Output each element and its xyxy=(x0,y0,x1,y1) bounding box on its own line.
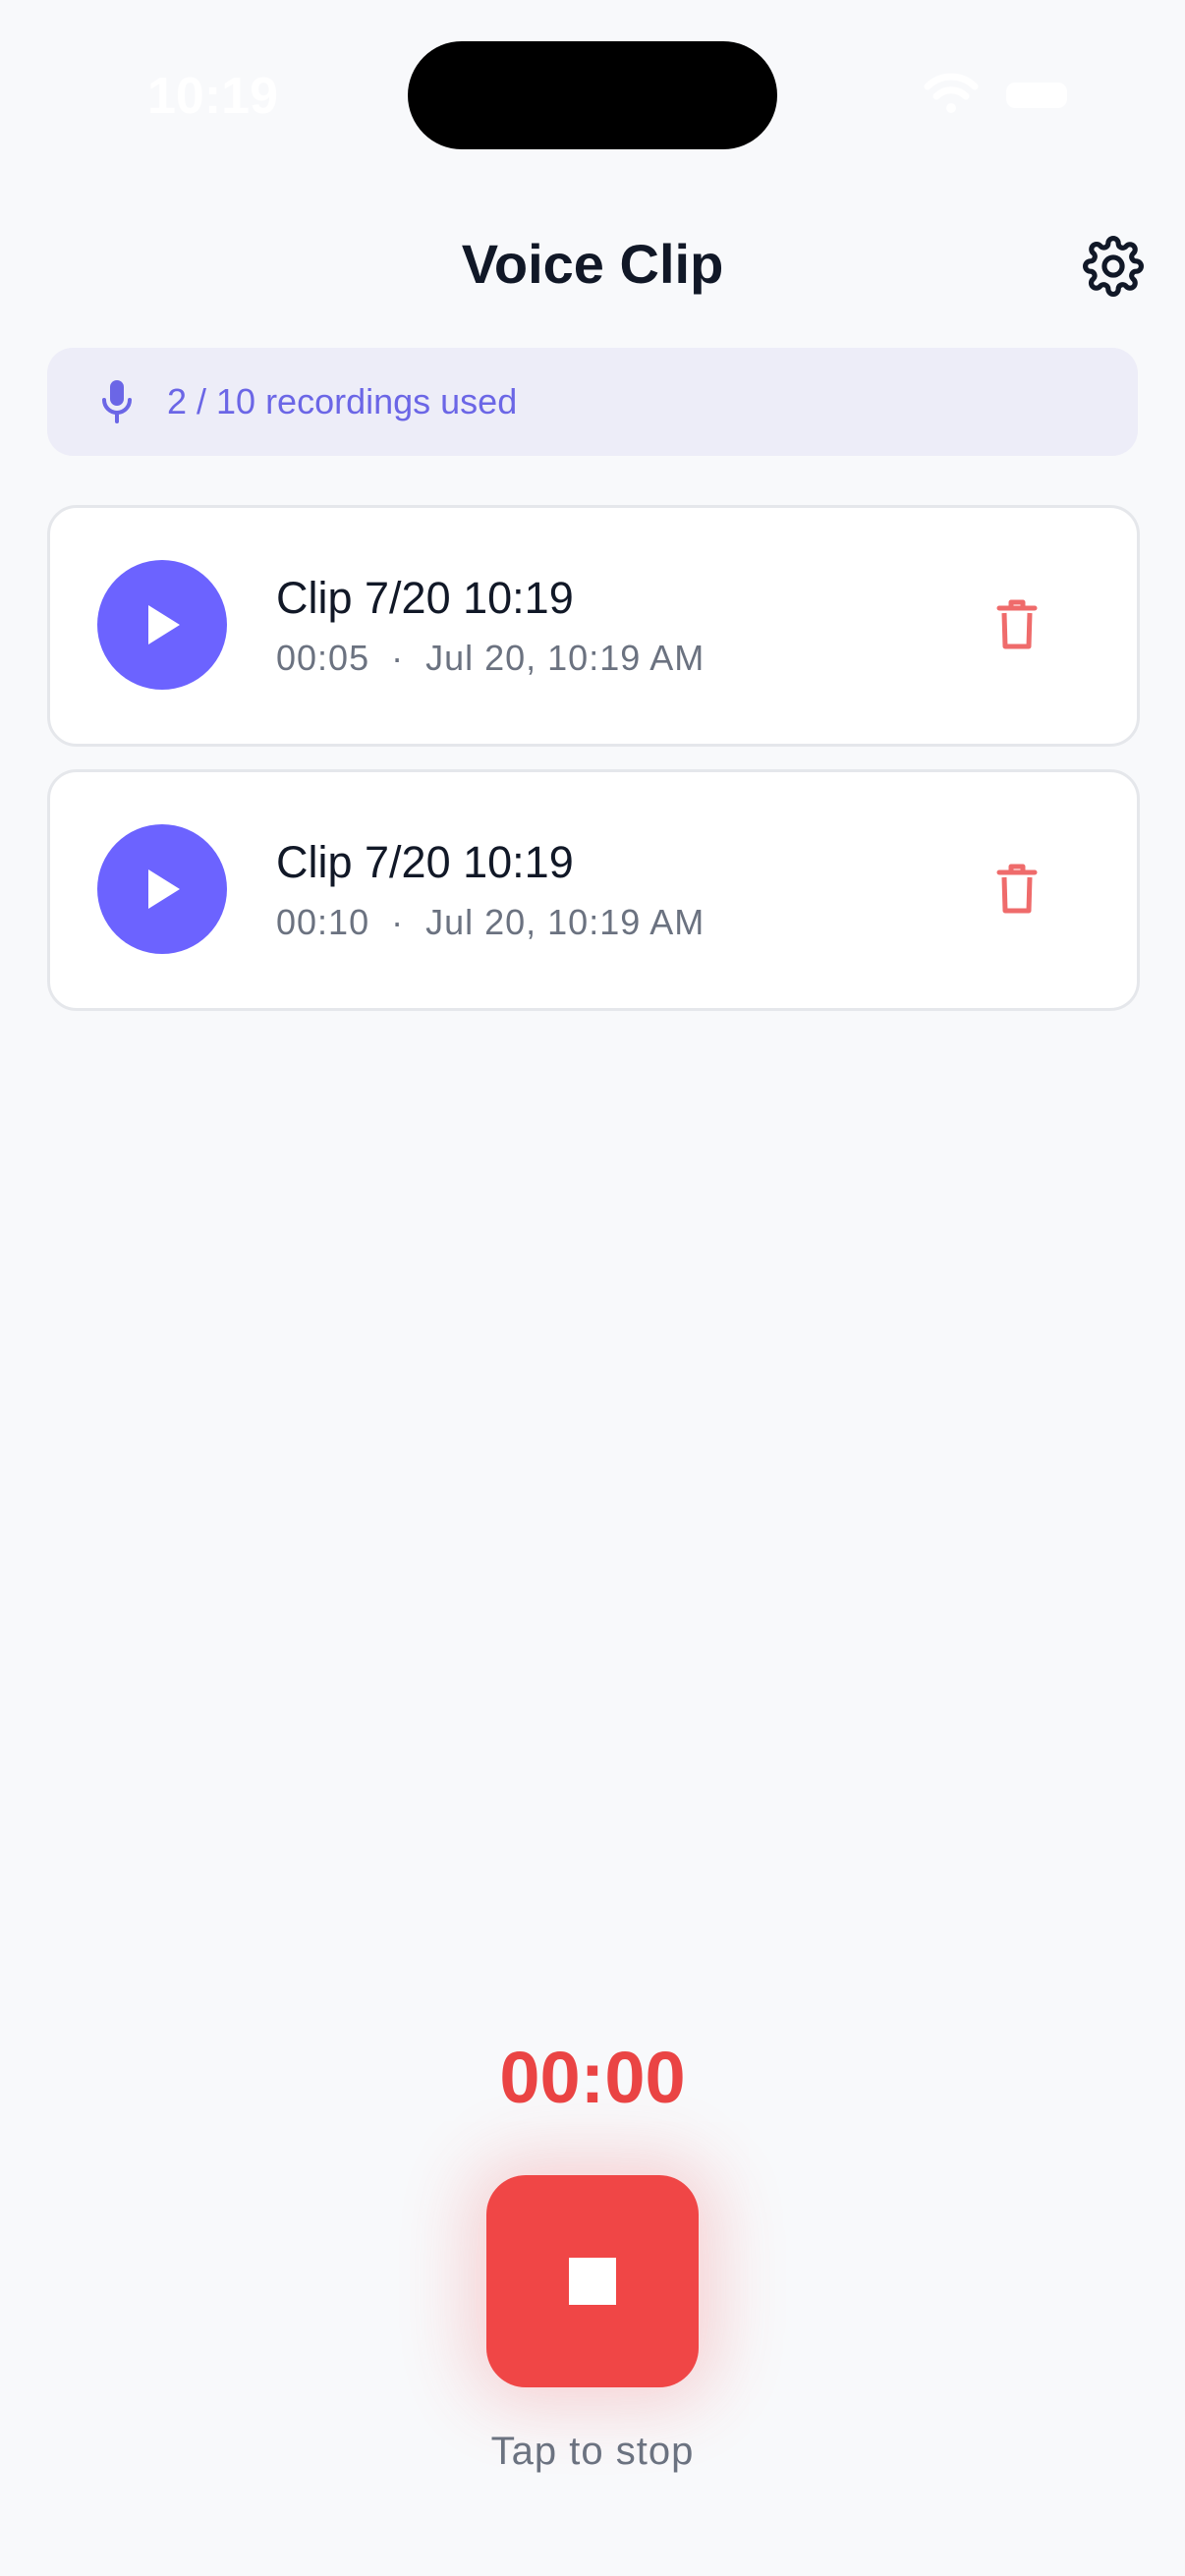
tap-to-stop-hint: Tap to stop xyxy=(490,2430,695,2473)
play-button[interactable] xyxy=(97,824,227,954)
clip-title: Clip 7/20 10:19 xyxy=(276,837,574,887)
play-icon xyxy=(148,605,180,644)
clip-meta: 00:05 · Jul 20, 10:19 AM xyxy=(276,638,705,678)
clip-meta: 00:10 · Jul 20, 10:19 AM xyxy=(276,902,705,942)
trash-icon[interactable] xyxy=(996,864,1038,915)
play-icon xyxy=(148,869,180,909)
usage-text: 2 / 10 recordings used xyxy=(167,381,518,421)
play-button[interactable] xyxy=(97,560,227,690)
usage-banner: 2 / 10 recordings used xyxy=(47,348,1138,456)
clip-date: Jul 20, 10:19 AM xyxy=(425,902,705,942)
clip-duration: 00:10 xyxy=(276,902,370,942)
clip-title: Clip 7/20 10:19 xyxy=(276,573,574,623)
wifi-icon xyxy=(924,73,979,113)
microphone-icon xyxy=(102,380,132,423)
trash-icon[interactable] xyxy=(996,599,1038,650)
status-time: 10:19 xyxy=(147,68,278,125)
clip-card[interactable]: Clip 7/20 10:19 00:10 · Jul 20, 10:19 AM xyxy=(47,769,1140,1011)
clip-date: Jul 20, 10:19 AM xyxy=(425,638,705,678)
gear-icon[interactable] xyxy=(1083,236,1144,297)
stop-recording-button[interactable] xyxy=(486,2175,699,2387)
clip-card[interactable]: Clip 7/20 10:19 00:05 · Jul 20, 10:19 AM xyxy=(47,505,1140,747)
page-title: Voice Clip xyxy=(461,233,724,295)
dynamic-island xyxy=(408,41,777,149)
recording-timer: 00:00 xyxy=(499,2037,686,2118)
clip-duration: 00:05 xyxy=(276,638,370,678)
stop-icon xyxy=(569,2258,616,2305)
battery-icon xyxy=(1006,83,1067,108)
